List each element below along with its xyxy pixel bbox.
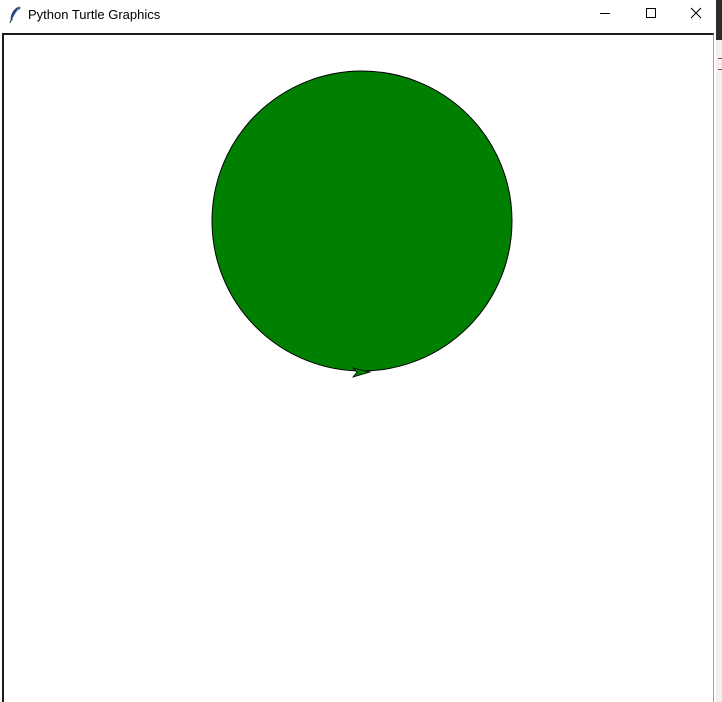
close-button[interactable] bbox=[673, 0, 719, 30]
window-title: Python Turtle Graphics bbox=[28, 7, 161, 22]
background-window-edge bbox=[716, 0, 722, 702]
feather-icon bbox=[8, 6, 22, 24]
maximize-icon bbox=[645, 6, 657, 24]
turtle-window: Python Turtle Graphics bbox=[0, 0, 722, 702]
title-bar[interactable]: Python Turtle Graphics bbox=[0, 0, 722, 30]
close-icon bbox=[690, 6, 702, 24]
turtle-canvas[interactable] bbox=[2, 33, 714, 702]
filled-circle bbox=[211, 70, 513, 372]
minimize-button[interactable] bbox=[582, 0, 628, 30]
drawing-surface bbox=[211, 70, 513, 378]
maximize-button[interactable] bbox=[628, 0, 674, 30]
minimize-icon bbox=[599, 6, 611, 24]
